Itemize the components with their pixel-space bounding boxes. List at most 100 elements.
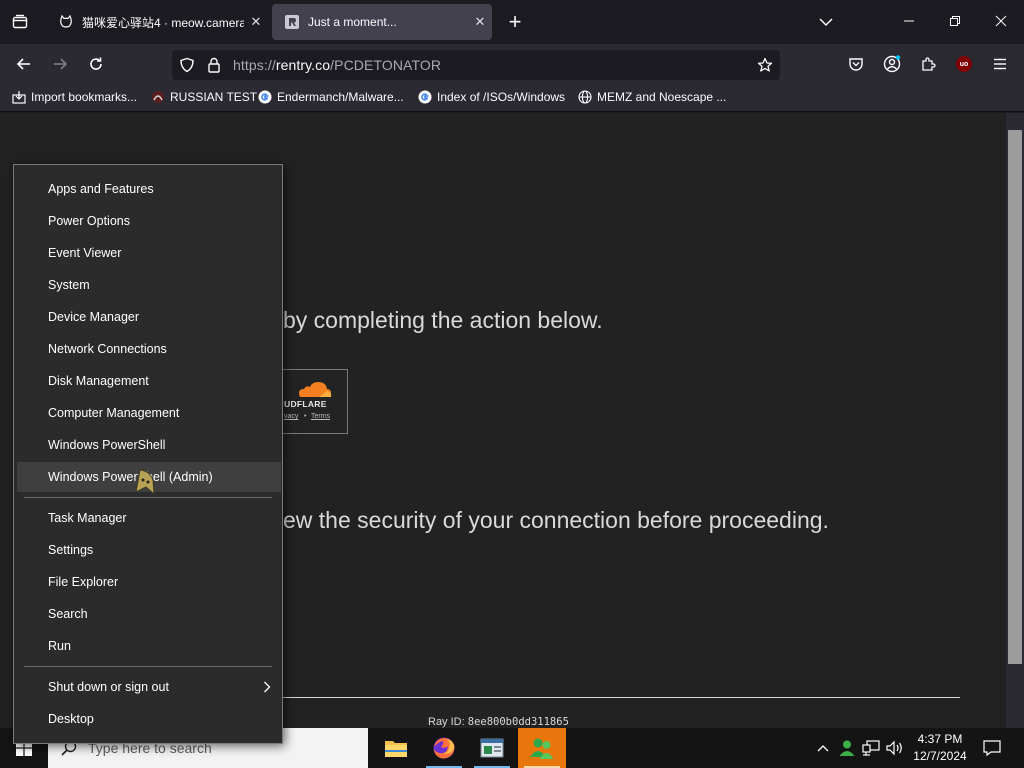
ray-id-value: 8ee800b0dd311865 [467, 716, 569, 728]
bookmark-memz[interactable]: MEMZ and Noescape ... [578, 90, 726, 104]
taskbar-file-explorer[interactable] [372, 728, 420, 768]
reload-icon [90, 57, 102, 70]
menu-item-search[interactable]: Search [17, 599, 281, 629]
bookmark-import[interactable]: Import bookmarks... [12, 90, 137, 104]
challenge-instruction-text: by completing the action below. [283, 307, 603, 333]
cloudflare-terms-link[interactable]: Terms [311, 413, 330, 420]
menu-item-network-connections[interactable]: Network Connections [17, 334, 281, 364]
pocket-button[interactable] [842, 50, 870, 78]
menu-item-label: Shut down or sign out [48, 680, 169, 694]
url-text[interactable]: https://rentry.co/PCDETONATOR [233, 57, 441, 73]
list-all-tabs-button[interactable] [812, 8, 840, 36]
cloudflare-brand-text: UDFLARE [284, 399, 327, 409]
tracking-protection-button[interactable] [176, 54, 198, 76]
menu-item-file-explorer[interactable]: File Explorer [17, 567, 281, 597]
ray-id: Ray ID: 8ee800b0dd311865 [428, 716, 569, 728]
extensions-button[interactable] [914, 50, 942, 78]
tab-overview-icon [12, 14, 28, 29]
globe-icon [578, 90, 592, 104]
rentry-favicon-icon [284, 14, 300, 30]
menu-item-disk-management[interactable]: Disk Management [17, 366, 281, 396]
close-tab-icon[interactable]: ✕ [244, 14, 268, 30]
firefox-icon [433, 737, 455, 759]
menu-item-event-viewer[interactable]: Event Viewer [17, 238, 281, 268]
import-icon [12, 90, 26, 104]
google-icon [258, 90, 272, 104]
menu-item-windows-powershell[interactable]: Windows PowerShell [17, 430, 281, 460]
bookmark-endermanch[interactable]: Endermanch/Malware... [258, 90, 404, 104]
tab-just-a-moment[interactable]: Just a moment... ✕ [272, 4, 492, 40]
menu-item-system[interactable]: System [17, 270, 281, 300]
menu-item-desktop[interactable]: Desktop [17, 704, 281, 734]
arrow-left-icon [16, 58, 30, 70]
folder-icon [385, 741, 407, 757]
app-menu-button[interactable] [986, 50, 1014, 78]
taskbar-firefox[interactable] [420, 728, 468, 768]
bookmark-isos-windows[interactable]: Index of /ISOs/Windows [418, 90, 565, 104]
bookmark-page-button[interactable] [752, 52, 778, 78]
tab-list-button[interactable] [6, 8, 34, 36]
bookmark-label: Import bookmarks... [31, 90, 138, 104]
account-icon [883, 55, 901, 73]
menu-item-device-manager[interactable]: Device Manager [17, 302, 281, 332]
menu-item-run[interactable]: Run [17, 631, 281, 661]
bookmark-label: RUSSIAN TEST [170, 90, 258, 104]
chevron-right-icon [264, 681, 271, 693]
bookmark-russian-test[interactable]: RUSSIAN TEST [151, 90, 257, 104]
ublock-origin-button[interactable]: uo [950, 50, 978, 78]
site-info-button[interactable] [203, 54, 225, 76]
ublock-badge: uo [959, 60, 969, 68]
taskbar-active-app[interactable] [518, 728, 566, 768]
close-window-button[interactable] [978, 4, 1024, 38]
network-icon [862, 740, 880, 756]
mouse-cursor-icon [135, 469, 155, 496]
restore-button[interactable] [932, 4, 978, 38]
bookmark-label: Index of /ISOs/Windows [437, 90, 566, 104]
close-tab-icon[interactable]: ✕ [468, 14, 492, 30]
menu-item-power-options[interactable]: Power Options [17, 206, 281, 236]
forward-button[interactable] [46, 50, 74, 78]
site-favicon-icon [151, 90, 165, 104]
minimize-button[interactable] [886, 4, 932, 38]
show-hidden-icons-button[interactable] [814, 728, 832, 768]
tab-meow-camera[interactable]: 猫咪爱心驿站4 · meow.camera ✕ [46, 4, 268, 40]
bookmark-label: MEMZ and Noescape ... [597, 90, 727, 104]
shield-icon [180, 57, 194, 73]
new-tab-button[interactable]: + [502, 8, 528, 36]
lock-icon [208, 57, 220, 73]
security-review-text: ew the security of your connection befor… [283, 507, 829, 533]
ray-id-label: Ray ID: [428, 716, 465, 728]
clock-time: 4:37 PM [917, 732, 963, 746]
tab-title: 猫咪爱心驿站4 · meow.camera [82, 15, 244, 30]
star-icon [757, 57, 773, 72]
taskbar-app-window[interactable] [468, 728, 516, 768]
back-button[interactable] [10, 50, 38, 78]
menu-separator [24, 666, 272, 667]
action-center-button[interactable] [978, 728, 1006, 768]
scrollbar-thumb[interactable] [1008, 130, 1022, 664]
account-button[interactable] [878, 50, 906, 78]
cat-favicon-icon [58, 14, 74, 30]
menu-item-computer-management[interactable]: Computer Management [17, 398, 281, 428]
menu-separator [24, 497, 272, 498]
arrow-right-icon [54, 58, 68, 70]
app-window-icon [480, 738, 504, 758]
tab-title: Just a moment... [308, 15, 397, 29]
reload-button[interactable] [82, 50, 110, 78]
taskbar-clock[interactable]: 4:37 PM 12/7/2024 [912, 731, 968, 765]
url-scheme: https:// [233, 57, 276, 73]
menu-item-shut-down[interactable]: Shut down or sign out [17, 672, 281, 702]
tray-volume[interactable] [884, 728, 906, 768]
tray-network[interactable] [860, 728, 882, 768]
cloudflare-privacy-link[interactable]: vacy [284, 413, 298, 420]
speaker-icon [886, 740, 902, 756]
menu-item-task-manager[interactable]: Task Manager [17, 503, 281, 533]
menu-item-apps-features[interactable]: Apps and Features [17, 174, 281, 204]
bookmark-label: Endermanch/Malware... [277, 90, 404, 104]
tray-user-app[interactable] [836, 728, 858, 768]
restore-icon [950, 16, 960, 26]
user-tray-icon [839, 740, 855, 756]
menu-item-settings[interactable]: Settings [17, 535, 281, 565]
google-icon [418, 90, 432, 104]
chevron-down-icon [819, 18, 833, 27]
